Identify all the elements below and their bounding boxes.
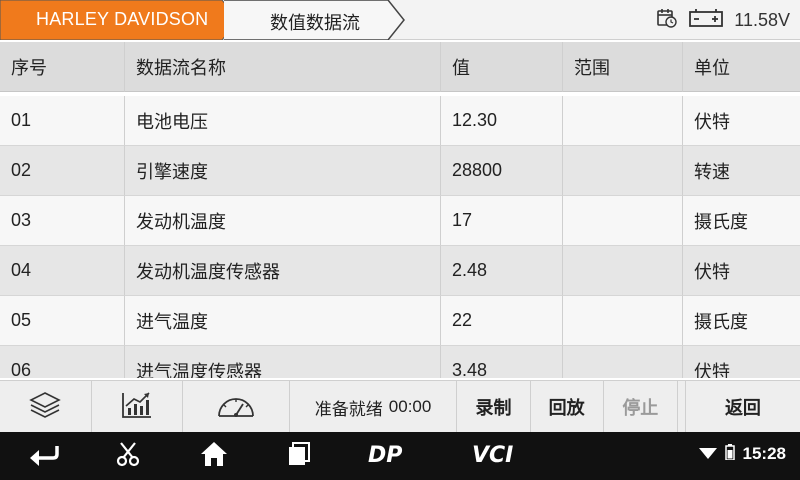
- back-arrow-icon: [27, 442, 61, 470]
- dp-logo-icon: DP: [366, 442, 416, 470]
- row-name: 进气温度: [125, 296, 441, 346]
- playback-button[interactable]: 回放: [531, 381, 604, 433]
- column-header-range: 范围: [563, 42, 683, 92]
- scissors-icon: [114, 440, 142, 472]
- wifi-icon: [698, 445, 717, 464]
- row-range: [563, 196, 683, 246]
- system-status: 15:28: [698, 444, 786, 464]
- vci-logo-icon: VCI: [470, 442, 526, 470]
- dp-logo-text: DP: [368, 443, 402, 466]
- recording-status: 准备就绪 00:00: [290, 381, 458, 433]
- row-value: 3.48: [441, 346, 563, 378]
- row-no: 01: [0, 96, 125, 146]
- row-range: [563, 146, 683, 196]
- stop-button[interactable]: 停止: [604, 381, 678, 433]
- status-label: 准备就绪: [314, 399, 383, 420]
- layers-button[interactable]: [0, 381, 92, 433]
- nav-dp-button[interactable]: DP: [366, 442, 416, 470]
- home-icon: [199, 440, 229, 472]
- row-name: 发动机温度: [125, 196, 441, 246]
- row-unit: 摄氏度: [683, 296, 800, 346]
- row-unit: 伏特: [683, 246, 800, 296]
- row-unit: 转速: [683, 146, 800, 196]
- row-value: 17: [441, 196, 563, 246]
- row-range: [563, 96, 683, 146]
- row-name: 电池电压: [125, 96, 441, 146]
- nav-screenshot-button[interactable]: [112, 442, 144, 470]
- row-unit: 伏特: [683, 96, 800, 146]
- row-value: 2.48: [441, 246, 563, 296]
- column-header-name: 数据流名称: [125, 42, 441, 92]
- nav-recents-button[interactable]: [284, 442, 314, 470]
- nav-home-button[interactable]: [198, 442, 230, 470]
- table-row[interactable]: 04 发动机温度传感器 2.48 伏特: [0, 246, 800, 296]
- gauge-icon: [215, 390, 257, 425]
- row-no: 04: [0, 246, 125, 296]
- row-name: 发动机温度传感器: [125, 246, 441, 296]
- back-button[interactable]: 返回: [684, 381, 800, 433]
- layers-icon: [28, 390, 62, 425]
- row-range: [563, 346, 683, 378]
- table-header-row: 序号 数据流名称 值 范围 单位: [0, 42, 800, 92]
- record-timer: 00:00: [388, 397, 432, 416]
- top-bar: HARLEY DAVIDSON 数值数据流 11.58V: [0, 0, 800, 40]
- gauge-button[interactable]: [183, 381, 290, 433]
- breadcrumb-page[interactable]: 数值数据流: [218, 0, 408, 40]
- row-no: 06: [0, 346, 125, 378]
- bottom-toolbar: 准备就绪 00:00 录制 回放 停止 返回: [0, 380, 800, 433]
- row-no: 03: [0, 196, 125, 246]
- row-unit: 伏特: [683, 346, 800, 378]
- column-header-no: 序号: [0, 42, 125, 92]
- nav-vci-button[interactable]: VCI: [470, 442, 526, 470]
- battery-voltage-icon: [688, 7, 724, 33]
- vci-logo-text: VCI: [472, 443, 513, 466]
- recents-icon: [286, 441, 312, 471]
- breadcrumb-brand[interactable]: HARLEY DAVIDSON: [0, 0, 240, 40]
- row-value: 28800: [441, 146, 563, 196]
- row-range: [563, 246, 683, 296]
- breadcrumb-brand-label: HARLEY DAVIDSON: [36, 9, 209, 29]
- battery-icon: [724, 444, 735, 464]
- row-no: 05: [0, 296, 125, 346]
- row-name: 进气温度传感器: [125, 346, 441, 378]
- clock: 15:28: [742, 444, 786, 463]
- record-button[interactable]: 录制: [457, 381, 531, 433]
- table-row[interactable]: 01 电池电压 12.30 伏特: [0, 96, 800, 146]
- table-row[interactable]: 02 引擎速度 28800 转速: [0, 146, 800, 196]
- row-value: 12.30: [441, 96, 563, 146]
- row-value: 22: [441, 296, 563, 346]
- data-stream-table[interactable]: 序号 数据流名称 值 范围 单位 01 电池电压 12.30 伏特 02 引擎速…: [0, 42, 800, 378]
- column-header-unit: 单位: [683, 42, 800, 92]
- trend-chart-icon: [120, 390, 154, 425]
- page-title: 数值数据流: [270, 13, 360, 34]
- table-row[interactable]: 05 进气温度 22 摄氏度: [0, 296, 800, 346]
- voltage-readout: 11.58V: [734, 9, 790, 30]
- row-unit: 摄氏度: [683, 196, 800, 246]
- system-nav-bar: DP VCI 15:28: [0, 432, 800, 480]
- graph-button[interactable]: [92, 381, 184, 433]
- row-range: [563, 296, 683, 346]
- row-no: 02: [0, 146, 125, 196]
- table-row[interactable]: 06 进气温度传感器 3.48 伏特: [0, 346, 800, 378]
- row-name: 引擎速度: [125, 146, 441, 196]
- column-header-value: 值: [441, 42, 563, 92]
- nav-back-button[interactable]: [24, 442, 64, 470]
- calendar-clock-icon: [656, 7, 678, 33]
- status-area: 11.58V: [656, 8, 790, 32]
- table-row[interactable]: 03 发动机温度 17 摄氏度: [0, 196, 800, 246]
